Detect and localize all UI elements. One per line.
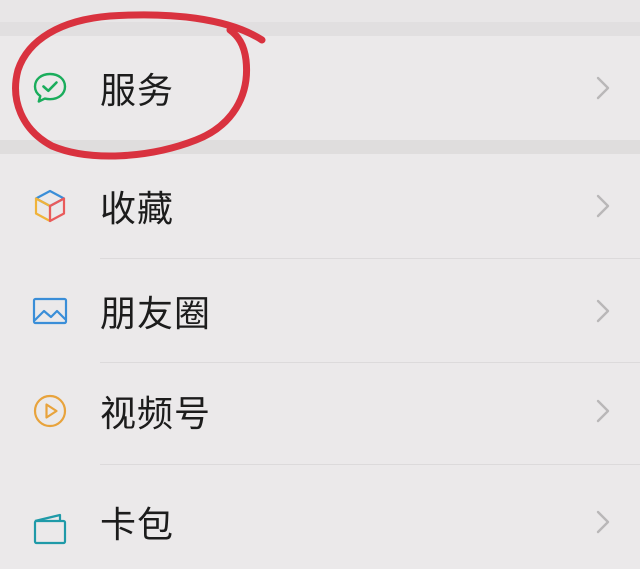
top-strip — [0, 0, 640, 22]
chevron-right-icon — [594, 193, 612, 219]
menu-item-label: 服务 — [100, 71, 175, 112]
chevron-right-icon — [594, 509, 612, 535]
menu-item-label: 卡包 — [100, 505, 175, 547]
top-spacer — [0, 0, 640, 36]
menu-item-label: 视频号 — [100, 394, 212, 435]
menu-item-cards[interactable]: 卡包 — [0, 465, 640, 569]
menu-item-label: 朋友圈 — [100, 294, 212, 335]
menu-item-moments[interactable]: 朋友圈 — [0, 259, 640, 363]
chevron-right-icon — [594, 298, 612, 324]
play-circle-icon — [30, 391, 70, 431]
chevron-right-icon — [594, 75, 612, 101]
menu-item-channels[interactable]: 视频号 — [0, 359, 640, 463]
chat-check-icon — [30, 68, 70, 108]
menu-item-label: 收藏 — [100, 189, 175, 230]
cube-icon — [30, 186, 70, 226]
features-section: 收藏 朋友圈 视频号 卡包 — [0, 154, 640, 546]
menu-item-favorites[interactable]: 收藏 — [0, 154, 640, 258]
wallet-icon — [30, 509, 70, 549]
menu-item-services[interactable]: 服务 — [0, 36, 640, 140]
section-gap — [0, 140, 640, 154]
services-section: 服务 — [0, 36, 640, 140]
image-icon — [30, 291, 70, 331]
chevron-right-icon — [594, 398, 612, 424]
